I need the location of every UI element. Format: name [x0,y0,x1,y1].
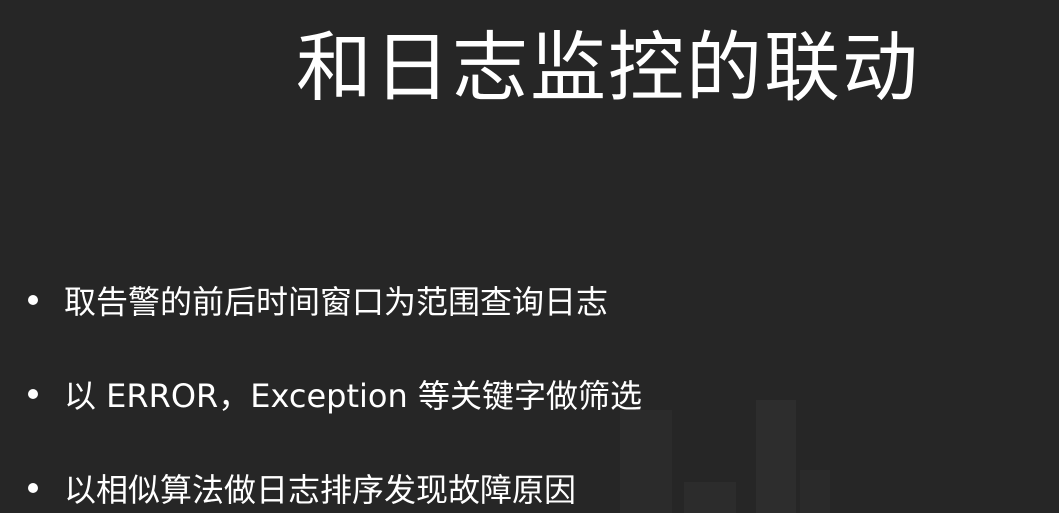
background-building [684,482,736,513]
background-building [756,400,796,513]
bullet-text: 以相似算法做日志排序发现故障原因 [64,471,577,509]
slide-title: 和日志监控的联动 [296,23,920,112]
bullet-list: 取告警的前后时间窗口为范围查询日志 以 ERROR，Exception 等关键字… [28,270,642,513]
background-building [800,470,830,513]
bullet-text: 取告警的前后时间窗口为范围查询日志 [64,283,609,321]
bullet-item: 以 ERROR，Exception 等关键字做筛选 [28,364,642,424]
slide: 和日志监控的联动 取告警的前后时间窗口为范围查询日志 以 ERROR，Excep… [0,0,1059,513]
bullet-dot-icon [28,483,38,493]
bullet-text: 以 ERROR，Exception 等关键字做筛选 [64,377,642,415]
bullet-item: 取告警的前后时间窗口为范围查询日志 [28,270,642,330]
bullet-dot-icon [28,389,38,399]
bullet-item: 以相似算法做日志排序发现故障原因 [28,458,642,513]
bullet-dot-icon [28,295,38,305]
